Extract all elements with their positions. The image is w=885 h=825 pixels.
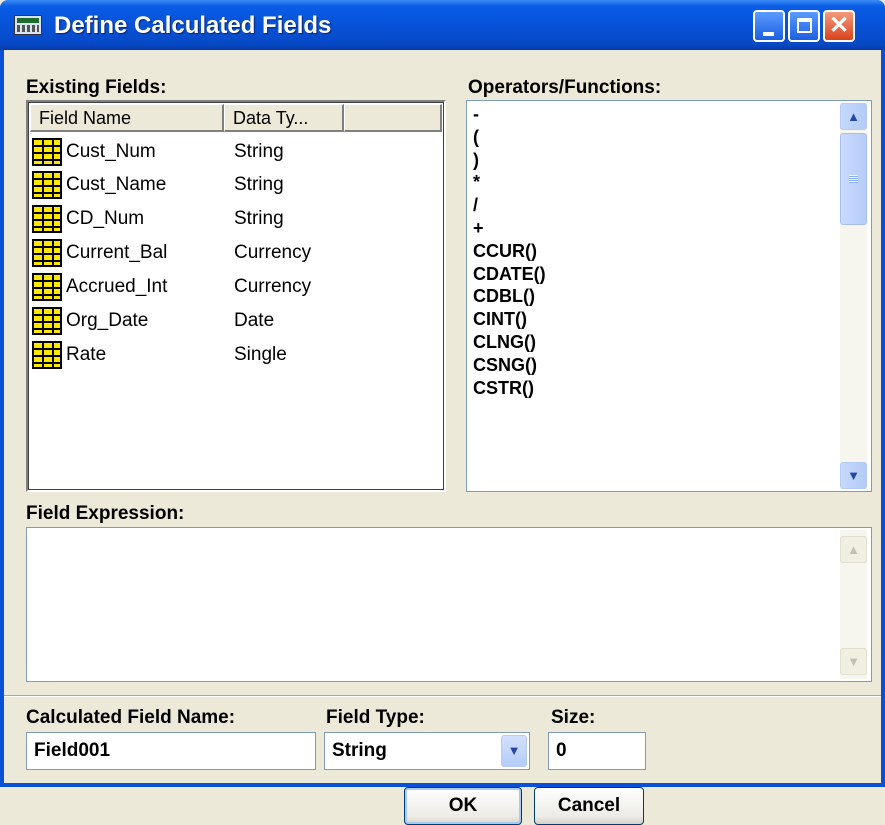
list-item[interactable]: ( bbox=[473, 126, 546, 149]
field-name: Cust_Name bbox=[66, 174, 167, 195]
field-name: Rate bbox=[66, 344, 107, 365]
field-expression-label: Field Expression: bbox=[26, 503, 185, 524]
field-type: Currency bbox=[234, 276, 312, 297]
divider bbox=[4, 695, 881, 697]
cancel-button[interactable]: Cancel bbox=[534, 787, 644, 825]
column-header-field-name[interactable]: Field Name bbox=[30, 104, 224, 132]
field-table-icon bbox=[32, 239, 62, 267]
window-title: Define Calculated Fields bbox=[54, 12, 332, 39]
list-item[interactable]: CCUR() bbox=[473, 240, 546, 263]
list-item[interactable]: CDATE() bbox=[473, 263, 546, 286]
field-type: String bbox=[234, 141, 284, 162]
field-table-icon bbox=[32, 171, 62, 199]
field-table-icon bbox=[32, 205, 62, 233]
size-input[interactable]: 0 bbox=[548, 732, 646, 770]
field-name: Org_Date bbox=[66, 310, 149, 331]
column-header-empty bbox=[344, 104, 442, 132]
maximize-button[interactable] bbox=[788, 10, 820, 42]
list-item[interactable]: CSTR() bbox=[473, 377, 546, 400]
operators-scrollbar[interactable]: ▲ ▼ bbox=[840, 103, 867, 489]
field-type: Currency bbox=[234, 242, 312, 263]
list-item[interactable]: CSNG() bbox=[473, 354, 546, 377]
close-button[interactable]: ✕ bbox=[823, 10, 855, 42]
field-table-icon bbox=[32, 138, 62, 166]
scroll-down-button[interactable]: ▼ bbox=[840, 462, 867, 489]
expression-scrollbar[interactable]: ▲ ▼ bbox=[840, 530, 867, 679]
list-item[interactable]: CDBL() bbox=[473, 285, 546, 308]
field-type: String bbox=[234, 208, 284, 229]
calculated-field-name-input[interactable]: Field001 bbox=[26, 732, 316, 770]
field-name: Accrued_Int bbox=[66, 276, 168, 297]
existing-fields-list[interactable]: Field Name Data Ty... Cust_Num String Cu… bbox=[26, 100, 446, 492]
operators-items: - ( ) * / + CCUR() CDATE() CDBL() CINT()… bbox=[473, 103, 546, 399]
scroll-up-button[interactable]: ▲ bbox=[840, 536, 867, 563]
list-item[interactable]: / bbox=[473, 194, 546, 217]
field-type: Single bbox=[234, 344, 287, 365]
operators-label: Operators/Functions: bbox=[468, 77, 662, 98]
field-name: Current_Bal bbox=[66, 242, 168, 263]
minimize-button[interactable] bbox=[753, 10, 785, 42]
field-type: Date bbox=[234, 310, 275, 331]
scroll-down-button[interactable]: ▼ bbox=[840, 648, 867, 675]
field-table-icon bbox=[32, 341, 62, 369]
field-table-icon bbox=[32, 307, 62, 335]
field-type-select[interactable]: String ▼ bbox=[324, 732, 530, 770]
list-item[interactable]: ) bbox=[473, 149, 546, 172]
field-name: Cust_Num bbox=[66, 141, 156, 162]
ok-button[interactable]: OK bbox=[404, 787, 522, 825]
size-label: Size: bbox=[551, 707, 596, 728]
maximize-icon bbox=[797, 18, 812, 33]
field-expression-input[interactable]: ▲ ▼ bbox=[26, 527, 872, 682]
existing-fields-label: Existing Fields: bbox=[26, 77, 167, 98]
operators-list[interactable]: - ( ) * / + CCUR() CDATE() CDBL() CINT()… bbox=[466, 100, 872, 492]
close-icon: ✕ bbox=[828, 12, 850, 39]
scroll-thumb[interactable] bbox=[840, 133, 867, 225]
list-item[interactable]: - bbox=[473, 103, 546, 126]
chevron-down-icon[interactable]: ▼ bbox=[501, 735, 527, 767]
field-name: CD_Num bbox=[66, 208, 145, 229]
calculated-field-name-label: Calculated Field Name: bbox=[26, 707, 236, 728]
field-table-icon bbox=[32, 273, 62, 301]
title-bar[interactable]: Define Calculated Fields ✕ bbox=[0, 0, 885, 50]
dialog-window: Define Calculated Fields ✕ Existing Fiel… bbox=[0, 0, 885, 825]
calculator-icon bbox=[14, 15, 42, 35]
column-header-data-type[interactable]: Data Ty... bbox=[224, 104, 344, 132]
scroll-up-button[interactable]: ▲ bbox=[840, 103, 867, 130]
list-item[interactable]: + bbox=[473, 217, 546, 240]
field-type-value: String bbox=[332, 740, 387, 761]
minimize-icon bbox=[763, 32, 774, 36]
dialog-body: Existing Fields: Field Name Data Ty... C… bbox=[4, 50, 881, 825]
field-type: String bbox=[234, 174, 284, 195]
field-type-label: Field Type: bbox=[326, 707, 425, 728]
list-item[interactable]: CINT() bbox=[473, 308, 546, 331]
list-item[interactable]: CLNG() bbox=[473, 331, 546, 354]
list-item[interactable]: * bbox=[473, 171, 546, 194]
